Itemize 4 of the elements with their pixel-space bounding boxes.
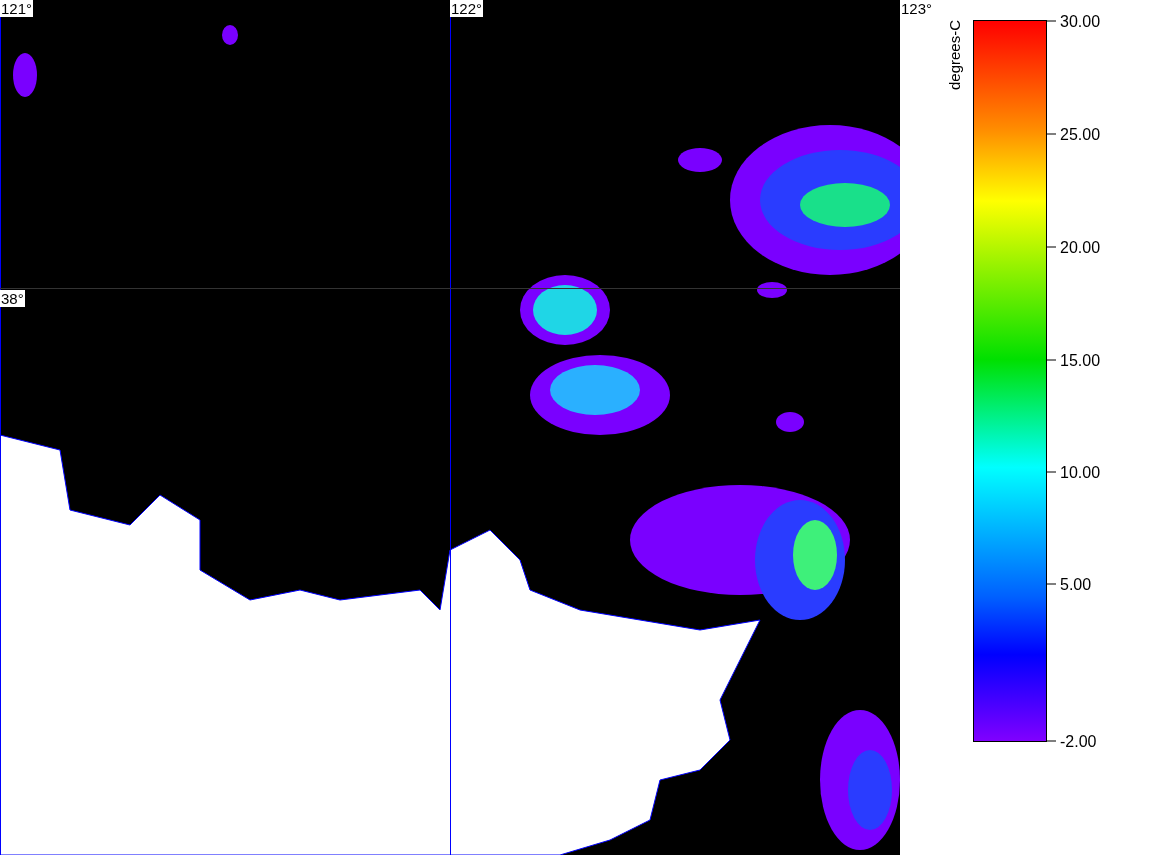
longitude-label: 122° (450, 0, 484, 17)
colorbar-unit-label: degrees-C (946, 20, 963, 91)
longitude-label: 121° (0, 0, 34, 17)
latitude-label: 38° (0, 290, 25, 307)
